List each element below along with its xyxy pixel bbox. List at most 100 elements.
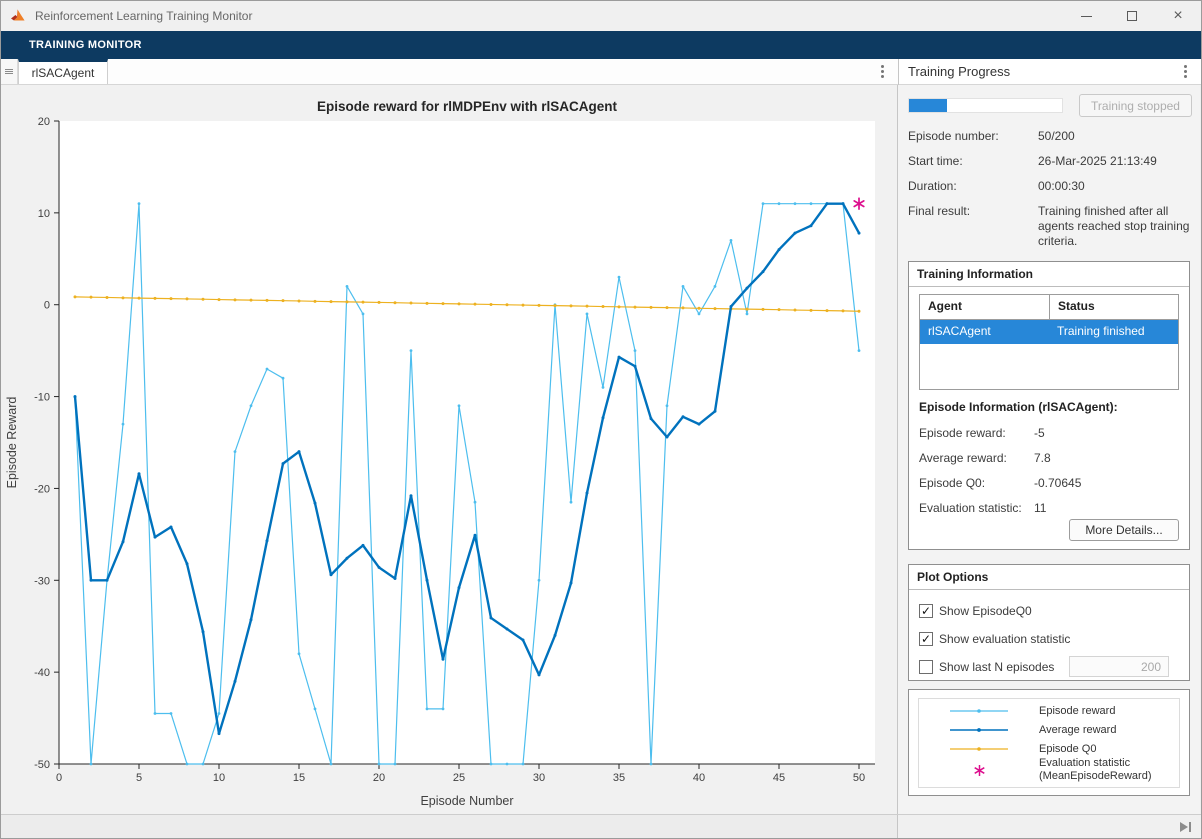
status-bar — [1, 814, 1201, 838]
duration-value: 00:00:30 — [1038, 179, 1190, 194]
training-progress-bar — [908, 98, 1063, 113]
chart-legend: Episode reward Average reward Episode Q0… — [918, 698, 1180, 788]
svg-text:35: 35 — [613, 772, 625, 784]
progress-fill — [909, 99, 947, 112]
show-episodeq0-checkbox[interactable]: ✓ — [919, 604, 933, 618]
training-progress-panel: Training stopped Episode number: 50/200 … — [898, 85, 1200, 814]
legend-evaluation-statistic: Evaluation statistic (MeanEpisodeReward) — [919, 763, 1179, 777]
svg-text:Episode Number: Episode Number — [420, 794, 513, 808]
doc-tab-label: rlSACAgent — [32, 66, 95, 80]
app-window: Reinforcement Learning Training Monitor … — [0, 0, 1202, 839]
final-result-value: Training finished after all agents reach… — [1038, 204, 1190, 249]
svg-text:-20: -20 — [34, 483, 50, 495]
status-cell: Training finished — [1049, 320, 1178, 344]
svg-text:30: 30 — [533, 772, 545, 784]
evaluation-statistic-marker-icon — [973, 764, 986, 777]
grip-icon — [5, 68, 13, 75]
evaluation-statistic-label: Evaluation statistic: — [919, 501, 1034, 515]
tab-training-monitor[interactable]: TRAINING MONITOR — [1, 39, 142, 51]
agent-status-table[interactable]: Agent Status rlSACAgent Training finishe… — [919, 294, 1179, 390]
svg-text:-50: -50 — [34, 759, 50, 771]
training-stopped-button[interactable]: Training stopped — [1079, 94, 1192, 117]
svg-text:40: 40 — [693, 772, 705, 784]
duration-row: Duration: 00:00:30 — [908, 179, 1190, 194]
show-last-n-episodes-label: Show last N episodes — [939, 660, 1054, 674]
minimize-button[interactable] — [1063, 1, 1109, 31]
matlab-logo-icon — [10, 8, 26, 24]
svg-text:50: 50 — [853, 772, 865, 784]
tab-rlsacagent[interactable]: rlSACAgent — [18, 59, 108, 84]
svg-text:0: 0 — [44, 300, 50, 312]
table-header-row: Agent Status — [920, 295, 1178, 320]
average-reward-value: 7.8 — [1034, 451, 1051, 465]
svg-text:25: 25 — [453, 772, 465, 784]
episode-information-title: Episode Information (rlSACAgent): — [919, 400, 1118, 414]
legend-evaluation-statistic-label: Evaluation statistic (MeanEpisodeReward) — [1039, 757, 1152, 783]
episode-reward-swatch-icon — [950, 706, 1008, 716]
svg-text:-10: -10 — [34, 392, 50, 404]
table-row[interactable]: rlSACAgent Training finished — [920, 320, 1178, 344]
window-title: Reinforcement Learning Training Monitor — [35, 9, 252, 23]
agent-column-header: Agent — [920, 295, 1049, 319]
svg-text:0: 0 — [56, 772, 62, 784]
skip-to-end-icon[interactable] — [1179, 821, 1192, 833]
maximize-icon — [1127, 11, 1137, 21]
svg-text:15: 15 — [293, 772, 305, 784]
episode-number-row: Episode number: 50/200 — [908, 129, 1190, 144]
svg-text:-30: -30 — [34, 575, 50, 587]
episode-q0-value: -0.70645 — [1034, 476, 1081, 490]
show-last-n-episodes-checkbox[interactable]: ✓ — [919, 660, 933, 674]
average-reward-label: Average reward: — [919, 451, 1034, 465]
show-last-n-episodes-option[interactable]: ✓ Show last N episodes — [919, 659, 1181, 675]
toolstrip: TRAINING MONITOR — [1, 31, 1201, 59]
training-progress-menu[interactable] — [1173, 65, 1197, 78]
episode-q0-label: Episode Q0: — [919, 476, 1034, 490]
agent-cell: rlSACAgent — [920, 320, 1049, 344]
maximize-button[interactable] — [1109, 1, 1155, 31]
duration-label: Duration: — [908, 179, 1038, 194]
training-information-title: Training Information — [909, 262, 1189, 287]
close-button[interactable]: × — [1155, 1, 1201, 31]
average-reward-row: Average reward: 7.8 — [919, 451, 1181, 465]
svg-text:Episode reward for rlMDPEnv wi: Episode reward for rlMDPEnv with rlSACAg… — [317, 99, 618, 114]
legend-average-reward: Average reward — [919, 723, 1179, 737]
average-reward-swatch-icon — [950, 725, 1008, 735]
svg-text:5: 5 — [136, 772, 142, 784]
document-grip-button[interactable] — [1, 59, 18, 84]
episode-reward-value: -5 — [1034, 426, 1045, 440]
svg-text:Episode Reward: Episode Reward — [5, 397, 19, 489]
status-bar-right — [898, 815, 1201, 838]
legend-episode-q0: Episode Q0 — [919, 742, 1179, 756]
episode-number-value: 50/200 — [1038, 129, 1190, 144]
plot-options-panel: Plot Options ✓ Show EpisodeQ0 ✓ Show eva… — [908, 564, 1190, 681]
legend-average-reward-label: Average reward — [1039, 724, 1116, 737]
show-episodeq0-label: Show EpisodeQ0 — [939, 604, 1032, 618]
episode-q0-row: Episode Q0: -0.70645 — [919, 476, 1181, 490]
evaluation-statistic-row: Evaluation statistic: 11 — [919, 501, 1181, 515]
svg-text:-40: -40 — [34, 667, 50, 679]
start-time-label: Start time: — [908, 154, 1038, 169]
chart-document: 05101520253035404550-50-40-30-20-1001020… — [1, 85, 898, 814]
svg-text:20: 20 — [373, 772, 385, 784]
legend-episode-q0-label: Episode Q0 — [1039, 743, 1096, 756]
svg-text:10: 10 — [213, 772, 225, 784]
legend-panel: Episode reward Average reward Episode Q0… — [908, 689, 1190, 796]
show-episodeq0-option[interactable]: ✓ Show EpisodeQ0 — [919, 603, 1032, 619]
training-information-panel: Training Information Agent Status rlSACA… — [908, 261, 1190, 550]
close-icon: × — [1173, 8, 1182, 24]
minimize-icon — [1081, 16, 1092, 17]
more-details-button[interactable]: More Details... — [1069, 519, 1179, 541]
plot-options-title: Plot Options — [909, 565, 1189, 590]
show-evaluation-statistic-option[interactable]: ✓ Show evaluation statistic — [919, 631, 1070, 647]
evaluation-statistic-value: 11 — [1034, 501, 1046, 515]
document-actions-menu[interactable] — [870, 59, 894, 84]
episode-q0-swatch-icon — [950, 744, 1008, 754]
episode-reward-row: Episode reward: -5 — [919, 426, 1181, 440]
title-bar: Reinforcement Learning Training Monitor … — [1, 1, 1201, 31]
status-bar-left — [1, 815, 898, 838]
last-n-episodes-input[interactable] — [1069, 656, 1169, 677]
episode-number-label: Episode number: — [908, 129, 1038, 144]
episode-reward-chart[interactable]: 05101520253035404550-50-40-30-20-1001020… — [1, 85, 898, 814]
svg-text:45: 45 — [773, 772, 785, 784]
show-evaluation-statistic-checkbox[interactable]: ✓ — [919, 632, 933, 646]
